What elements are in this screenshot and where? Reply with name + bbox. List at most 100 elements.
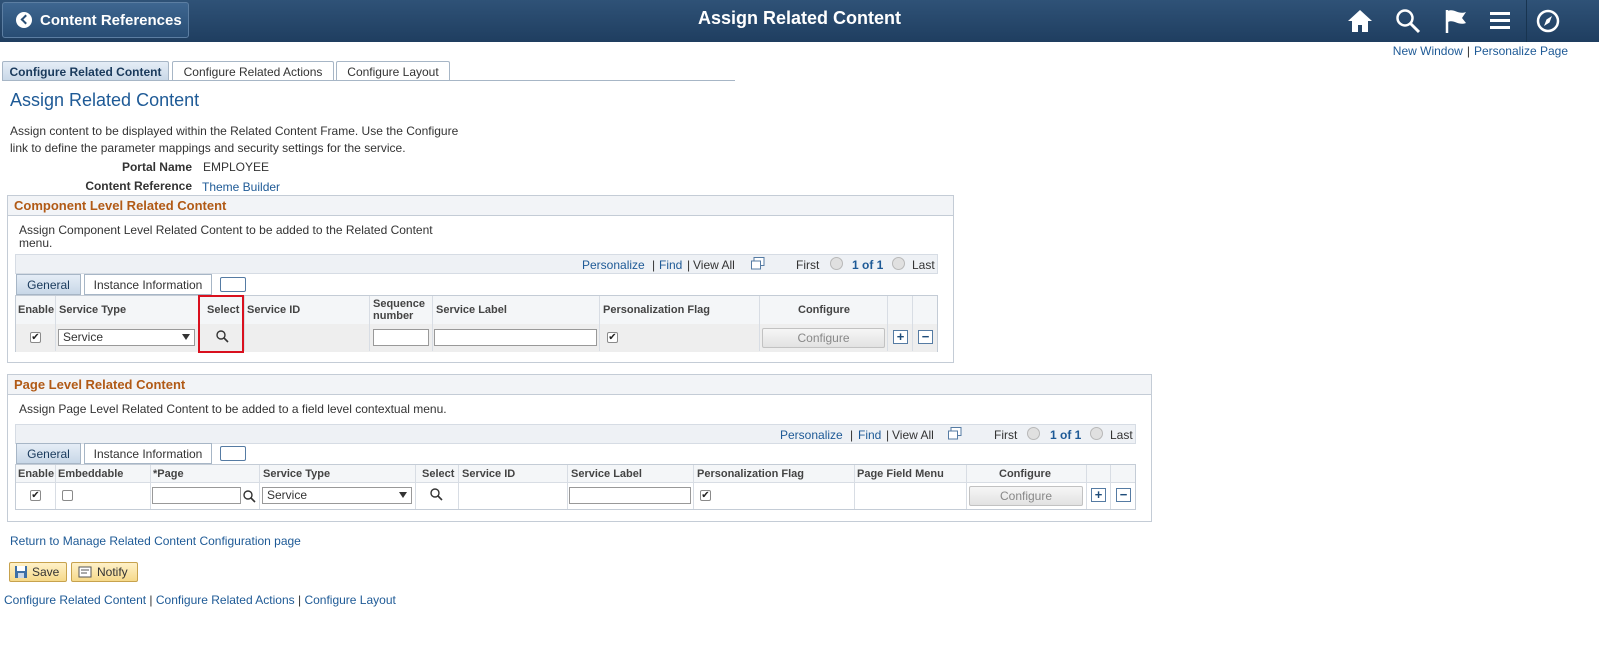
col-service-label: Service Label (571, 468, 642, 480)
col-service-id: Service ID (462, 468, 516, 480)
first-label: First (994, 428, 1018, 442)
tab-configure-layout[interactable]: Configure Layout (336, 61, 450, 81)
configure-button[interactable]: Configure (762, 328, 885, 348)
footer-configure-related-content[interactable]: Configure Related Content (4, 593, 146, 607)
previous-arrow-icon[interactable] (830, 257, 843, 270)
service-type-select[interactable]: Service (58, 329, 195, 346)
grid-tab-general[interactable]: General (16, 274, 81, 295)
delete-row-icon[interactable]: − (918, 330, 933, 344)
portal-name-value: EMPLOYEE (203, 160, 270, 174)
personalize-link[interactable]: Personalize (780, 428, 843, 442)
personalization-flag-checkbox[interactable]: ✔ (607, 332, 618, 343)
page-description-line1: Assign content to be displayed within th… (10, 124, 459, 138)
home-icon[interactable] (1345, 6, 1375, 36)
row-count: 1 of 1 (1050, 428, 1082, 442)
last-label: Last (1110, 428, 1133, 442)
col-enable: Enable (18, 304, 55, 316)
service-type-value: Service (267, 488, 308, 502)
service-label-input[interactable] (434, 329, 597, 346)
view-all-link[interactable]: View All (892, 428, 934, 442)
portal-name-label: Portal Name (121, 160, 192, 174)
col-service-label: Service Label (436, 304, 507, 316)
find-link[interactable]: Find (659, 258, 682, 272)
top-banner: Content References Assign Related Conten… (0, 0, 1599, 42)
col-sequence-number: number (373, 310, 414, 322)
save-label: Save (32, 565, 60, 579)
col-personalization-flag: Personalization Flag (697, 468, 804, 480)
col-page-field-menu: Page Field Menu (857, 468, 944, 480)
menu-icon[interactable] (1485, 6, 1515, 36)
col-service-type: Service Type (263, 468, 331, 480)
tab-configure-related-actions[interactable]: Configure Related Actions (172, 61, 334, 81)
show-all-columns-icon[interactable] (220, 277, 246, 292)
page-heading: Assign Related Content (10, 90, 200, 110)
select-lookup-icon[interactable] (429, 487, 443, 501)
personalization-flag-checkbox[interactable]: ✔ (700, 490, 711, 501)
enable-checkbox[interactable]: ✔ (30, 490, 41, 501)
add-row-icon[interactable]: + (893, 330, 908, 344)
select-column-highlight (198, 295, 244, 353)
content-reference-label: Content Reference (85, 179, 192, 193)
col-embeddable: Embeddable (58, 468, 124, 480)
col-page: *Page (153, 468, 184, 480)
row-count: 1 of 1 (852, 258, 884, 272)
configure-button[interactable]: Configure (969, 486, 1083, 506)
grid-tab-instance-information[interactable]: Instance Information (84, 274, 212, 295)
find-link[interactable]: Find (858, 428, 881, 442)
page-level-desc: Assign Page Level Related Content to be … (19, 402, 447, 416)
service-type-select[interactable]: Service (262, 487, 412, 504)
save-button[interactable]: Save (9, 562, 67, 582)
new-window-grid-icon[interactable] (751, 257, 765, 270)
col-sequence: Sequence (373, 298, 425, 310)
col-enable: Enable (18, 468, 55, 480)
page-grid-nav: Personalize | Find | View All First 1 of… (15, 424, 1136, 444)
dropdown-arrow-icon (182, 334, 190, 340)
col-select: Select (422, 468, 455, 480)
footer-configure-layout[interactable]: Configure Layout (304, 593, 395, 607)
page-input[interactable] (152, 487, 241, 504)
delete-row-icon[interactable]: − (1116, 488, 1131, 502)
footer-links: Configure Related Content | Configure Re… (4, 593, 396, 607)
service-type-value: Service (63, 330, 104, 344)
component-level-title: Component Level Related Content (8, 196, 953, 216)
new-window-grid-icon[interactable] (948, 427, 962, 440)
footer-configure-related-actions[interactable]: Configure Related Actions (156, 593, 295, 607)
flag-icon[interactable] (1441, 6, 1471, 36)
personalize-page-link[interactable]: Personalize Page (1474, 44, 1568, 58)
save-icon (15, 566, 27, 578)
col-personalization-flag: Personalization Flag (603, 304, 710, 316)
next-arrow-icon[interactable] (892, 257, 905, 270)
tab-configure-related-content[interactable]: Configure Related Content (2, 61, 169, 81)
enable-checkbox[interactable]: ✔ (30, 332, 41, 343)
notify-button[interactable]: Notify (71, 562, 138, 582)
next-arrow-icon[interactable] (1090, 427, 1103, 440)
service-label-input[interactable] (569, 487, 691, 504)
view-all-link[interactable]: View All (693, 258, 735, 272)
col-configure: Configure (999, 468, 1051, 480)
component-desc-line1: Assign Component Level Related Content t… (19, 223, 433, 237)
notify-label: Notify (97, 565, 128, 579)
first-label: First (796, 258, 820, 272)
component-grid-nav: Personalize | Find | View All First 1 of… (15, 254, 938, 274)
content-reference-link[interactable]: Theme Builder (202, 180, 280, 194)
grid-tab-instance-information[interactable]: Instance Information (84, 443, 212, 464)
search-icon[interactable] (1393, 6, 1423, 36)
add-row-icon[interactable]: + (1091, 488, 1106, 502)
new-window-link[interactable]: New Window (1393, 44, 1463, 58)
page-level-title: Page Level Related Content (8, 375, 1151, 395)
col-configure: Configure (798, 304, 850, 316)
navbar-compass-icon[interactable] (1533, 6, 1563, 36)
col-service-id: Service ID (247, 304, 301, 316)
personalize-link[interactable]: Personalize (582, 258, 645, 272)
show-all-columns-icon[interactable] (220, 446, 246, 461)
dropdown-arrow-icon (399, 492, 407, 498)
page-lookup-icon[interactable] (242, 489, 256, 503)
sequence-number-input[interactable] (373, 329, 429, 346)
top-links: New Window | Personalize Page (1392, 44, 1568, 58)
component-desc-line2: menu. (19, 236, 53, 250)
grid-tab-general[interactable]: General (16, 443, 81, 464)
banner-divider (1526, 0, 1527, 42)
return-link[interactable]: Return to Manage Related Content Configu… (10, 534, 301, 548)
previous-arrow-icon[interactable] (1027, 427, 1040, 440)
embeddable-checkbox[interactable] (62, 490, 73, 501)
